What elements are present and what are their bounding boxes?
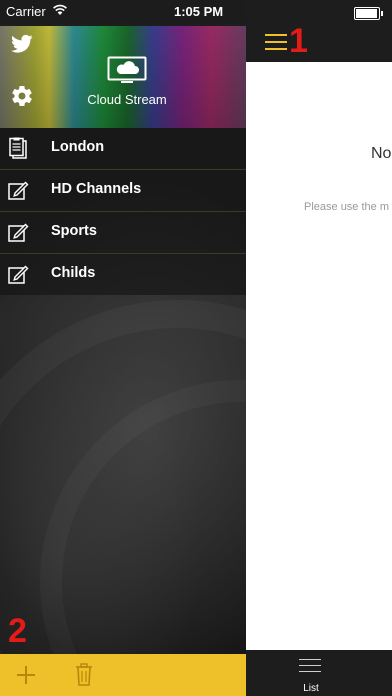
status-bar-right — [246, 0, 392, 26]
drawer-header: Cloud Stream — [0, 26, 246, 128]
menu-item-label: Sports — [51, 223, 97, 239]
tab-list[interactable]: List — [296, 650, 326, 696]
edit-icon — [8, 223, 29, 242]
channel-list: London HD Channels Sports Childs — [0, 128, 246, 295]
tab-bar: List — [246, 650, 392, 696]
menu-item-label: HD Channels — [51, 181, 142, 197]
main-panel: No Please use the m List — [246, 0, 392, 696]
menu-item-label: London — [51, 139, 105, 155]
battery-level — [356, 9, 377, 18]
cloud-tv-logo — [107, 56, 147, 83]
carrier-label: Carrier — [6, 4, 46, 19]
plus-icon[interactable] — [15, 664, 37, 686]
edit-icon — [8, 181, 29, 200]
brand-name: Cloud Stream — [87, 92, 167, 107]
clock: 1:05 PM — [174, 4, 224, 19]
twitter-icon[interactable] — [11, 34, 33, 54]
menu-item-label: Childs — [51, 265, 96, 281]
edit-icon — [8, 265, 29, 284]
navigation-drawer: Carrier 1:05 PM Cloud Stream London HD C… — [0, 0, 246, 696]
annotation-1: 1 — [289, 22, 308, 60]
empty-state-title: No — [371, 145, 392, 162]
trash-icon[interactable] — [75, 663, 93, 686]
menu-item-sports[interactable]: Sports — [0, 212, 246, 254]
wifi-icon — [53, 4, 67, 15]
menu-item-childs[interactable]: Childs — [0, 254, 246, 295]
status-bar: Carrier 1:05 PM — [0, 0, 246, 26]
clipboard-icon — [9, 137, 27, 159]
menu-item-london[interactable]: London — [0, 128, 246, 170]
annotation-2: 2 — [8, 612, 27, 650]
menu-item-hd-channels[interactable]: HD Channels — [0, 170, 246, 212]
drawer-toolbar — [0, 654, 246, 696]
battery-icon — [354, 7, 383, 20]
list-icon — [299, 659, 321, 677]
menu-icon[interactable] — [265, 34, 287, 50]
gear-icon[interactable] — [10, 84, 34, 108]
tab-list-label: List — [303, 683, 319, 694]
empty-state-hint: Please use the m — [304, 201, 389, 213]
navigation-bar — [246, 26, 392, 62]
